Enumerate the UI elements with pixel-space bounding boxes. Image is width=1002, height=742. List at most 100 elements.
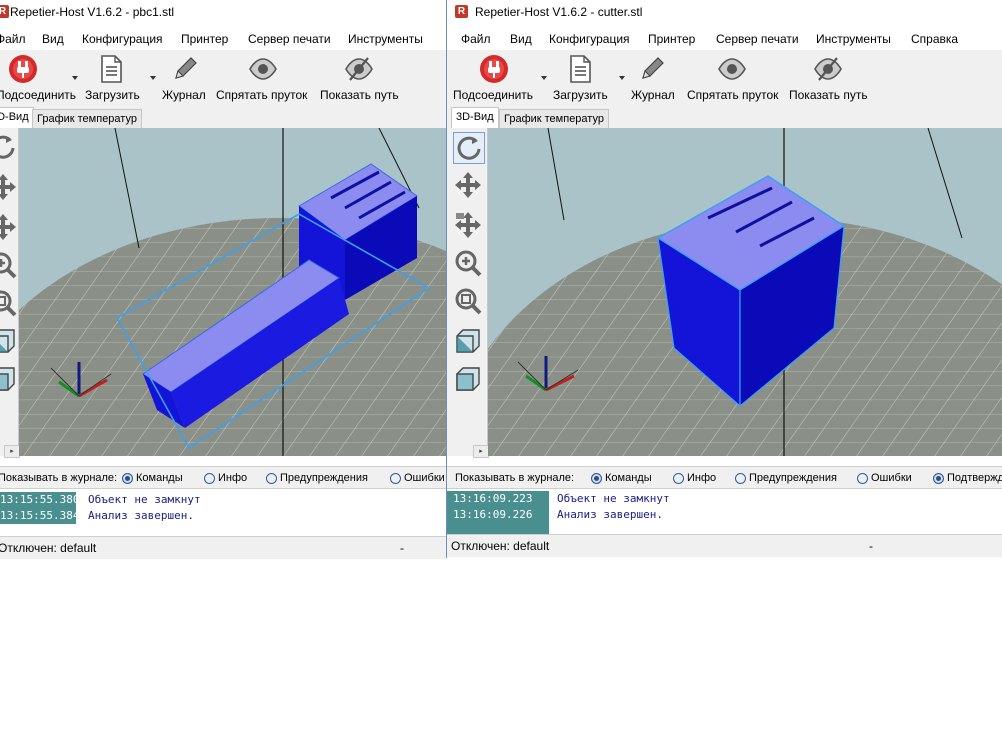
show-path-button[interactable]: Показать путь — [789, 50, 873, 106]
show-path-button[interactable]: Показать путь — [320, 50, 400, 106]
menu-help[interactable]: Справка — [911, 32, 958, 46]
front-view-icon[interactable] — [0, 364, 18, 394]
menu-configuration[interactable]: Конфигурация — [82, 32, 163, 46]
menu-view[interactable]: Вид — [42, 32, 64, 46]
menu-bar: Файл Вид Конфигурация Принтер Сервер печ… — [0, 29, 446, 49]
connect-label: Подсоединить — [0, 88, 77, 102]
menu-printer[interactable]: Принтер — [181, 32, 228, 46]
filter-warnings-radio[interactable] — [266, 473, 277, 484]
menu-printer[interactable]: Принтер — [648, 32, 695, 46]
move-icon[interactable] — [0, 172, 18, 202]
log-message: Объект не замкнут — [88, 493, 201, 506]
zoom-fit-icon[interactable] — [0, 288, 18, 318]
log-time: 13:15:55.380 — [0, 492, 79, 508]
zoom-in-icon[interactable] — [0, 250, 18, 280]
hide-filament-button[interactable]: Спрятать пруток — [687, 50, 783, 106]
repetier-app-icon: R — [0, 5, 9, 18]
eye-icon — [718, 58, 746, 80]
front-view-icon[interactable] — [453, 364, 483, 394]
filter-errors-radio[interactable] — [857, 473, 868, 484]
connection-status: Отключен: default — [451, 539, 550, 553]
filter-warnings-radio[interactable] — [735, 473, 746, 484]
log-message: Анализ завершен. — [557, 508, 663, 521]
zoom-in-icon[interactable] — [453, 248, 483, 278]
show-path-label: Показать путь — [789, 88, 868, 102]
3d-view-canvas[interactable] — [488, 128, 1002, 456]
power-plug-icon — [9, 55, 37, 83]
load-button[interactable]: Загрузить — [551, 50, 625, 106]
tab-3d-view[interactable]: 3D-Вид — [451, 107, 499, 129]
connect-button[interactable]: Подсоединить — [451, 50, 547, 106]
connect-dropdown-icon[interactable] — [72, 76, 78, 80]
filter-info-radio[interactable] — [673, 473, 684, 484]
move-object-icon[interactable] — [0, 212, 18, 242]
status-extra: - — [400, 541, 404, 555]
left-window: R Repetier-Host V1.6.2 - pbc1.stl Файл В… — [0, 0, 446, 560]
top-view-icon[interactable] — [453, 326, 483, 356]
document-icon — [101, 55, 122, 83]
3d-view-canvas[interactable] — [19, 128, 446, 456]
menu-file[interactable]: Файл — [461, 32, 491, 46]
menu-print-server[interactable]: Сервер печати — [248, 32, 331, 46]
log-row: 13:15:55.384 Анализ завершен. — [0, 508, 446, 524]
load-dropdown-icon[interactable] — [619, 76, 625, 80]
log-row: 13:15:55.380 Объект не замкнут — [0, 492, 446, 508]
filter-errors-label: Ошибки — [871, 472, 912, 484]
view-tabs: 3D-Вид График температур — [0, 106, 446, 129]
filter-commands-label: Команды — [136, 472, 183, 484]
view-tools-sidebar — [0, 128, 19, 456]
log-row: 13:16:09.223 Объект не замкнут — [447, 491, 1002, 507]
tab-temperature-graph[interactable]: График температур — [32, 109, 142, 128]
load-label: Загрузить — [553, 88, 608, 102]
menu-tools[interactable]: Инструменты — [816, 32, 891, 46]
menu-view[interactable]: Вид — [510, 32, 532, 46]
filter-commands-radio[interactable] — [591, 473, 602, 484]
log-time: 13:15:55.384 — [0, 508, 79, 524]
menu-tools[interactable]: Инструменты — [348, 32, 423, 46]
log-filter-label: Показывать в журнале: — [455, 472, 575, 484]
hide-filament-label: Спрятать пруток — [216, 88, 308, 102]
load-dropdown-icon[interactable] — [150, 76, 156, 80]
move-object-icon[interactable] — [453, 210, 483, 240]
menu-print-server[interactable]: Сервер печати — [716, 32, 799, 46]
title-bar: R Repetier-Host V1.6.2 - pbc1.stl — [0, 0, 446, 24]
menu-configuration[interactable]: Конфигурация — [549, 32, 630, 46]
filter-errors-label: Ошибки — [404, 472, 445, 484]
move-icon[interactable] — [453, 170, 483, 200]
filter-commands-radio[interactable] — [122, 473, 133, 484]
view-tabs: 3D-Вид График температур — [447, 106, 1002, 129]
filter-acknowledgements-label: Подтвержд — [947, 472, 1002, 484]
connect-dropdown-icon[interactable] — [541, 76, 547, 80]
log-row: 13:16:09.226 Анализ завершен. — [447, 507, 1002, 523]
tab-temperature-graph[interactable]: График температур — [499, 109, 609, 128]
log-message: Объект не замкнут — [557, 492, 670, 505]
view-scroll-right[interactable]: ▸ — [4, 445, 20, 458]
filter-info-label: Инфо — [687, 472, 717, 484]
status-bar: Отключен: default - — [0, 536, 446, 559]
repetier-app-icon: R — [455, 5, 468, 18]
log-panel[interactable]: 13:16:09.223 Объект не замкнут 13:16:09.… — [447, 488, 1002, 537]
load-button[interactable]: Загрузить — [82, 50, 156, 106]
filter-info-radio[interactable] — [204, 473, 215, 484]
toolbar: Подсоединить Загрузить Журнал Спрятать п… — [447, 50, 1002, 106]
document-icon — [570, 55, 591, 83]
menu-bar: Файл Вид Конфигурация Принтер Сервер печ… — [447, 29, 1002, 49]
filter-errors-radio[interactable] — [390, 473, 401, 484]
zoom-fit-icon[interactable] — [453, 286, 483, 316]
log-panel[interactable]: 13:15:55.380 Объект не замкнут 13:15:55.… — [0, 488, 446, 537]
log-button[interactable]: Журнал — [629, 50, 679, 106]
connect-button[interactable]: Подсоединить — [0, 50, 78, 106]
filter-warnings-label: Предупреждения — [280, 472, 368, 484]
menu-file[interactable]: Файл — [0, 32, 26, 46]
toolbar: Подсоединить Загрузить Журнал Спрятать п… — [0, 50, 446, 106]
filter-acknowledgements-radio[interactable] — [933, 473, 944, 484]
top-view-icon[interactable] — [0, 326, 18, 356]
tab-3d-view[interactable]: 3D-Вид — [0, 107, 34, 129]
reset-view-icon[interactable] — [0, 132, 18, 162]
hide-filament-button[interactable]: Спрятать пруток — [216, 50, 312, 106]
reset-view-icon[interactable] — [453, 132, 485, 164]
log-button[interactable]: Журнал — [162, 50, 212, 106]
view-scroll-right[interactable]: ▸ — [473, 445, 489, 458]
log-filter-bar: Показывать в журнале: Команды Инфо Преду… — [447, 466, 1002, 489]
eye-icon — [249, 58, 277, 80]
